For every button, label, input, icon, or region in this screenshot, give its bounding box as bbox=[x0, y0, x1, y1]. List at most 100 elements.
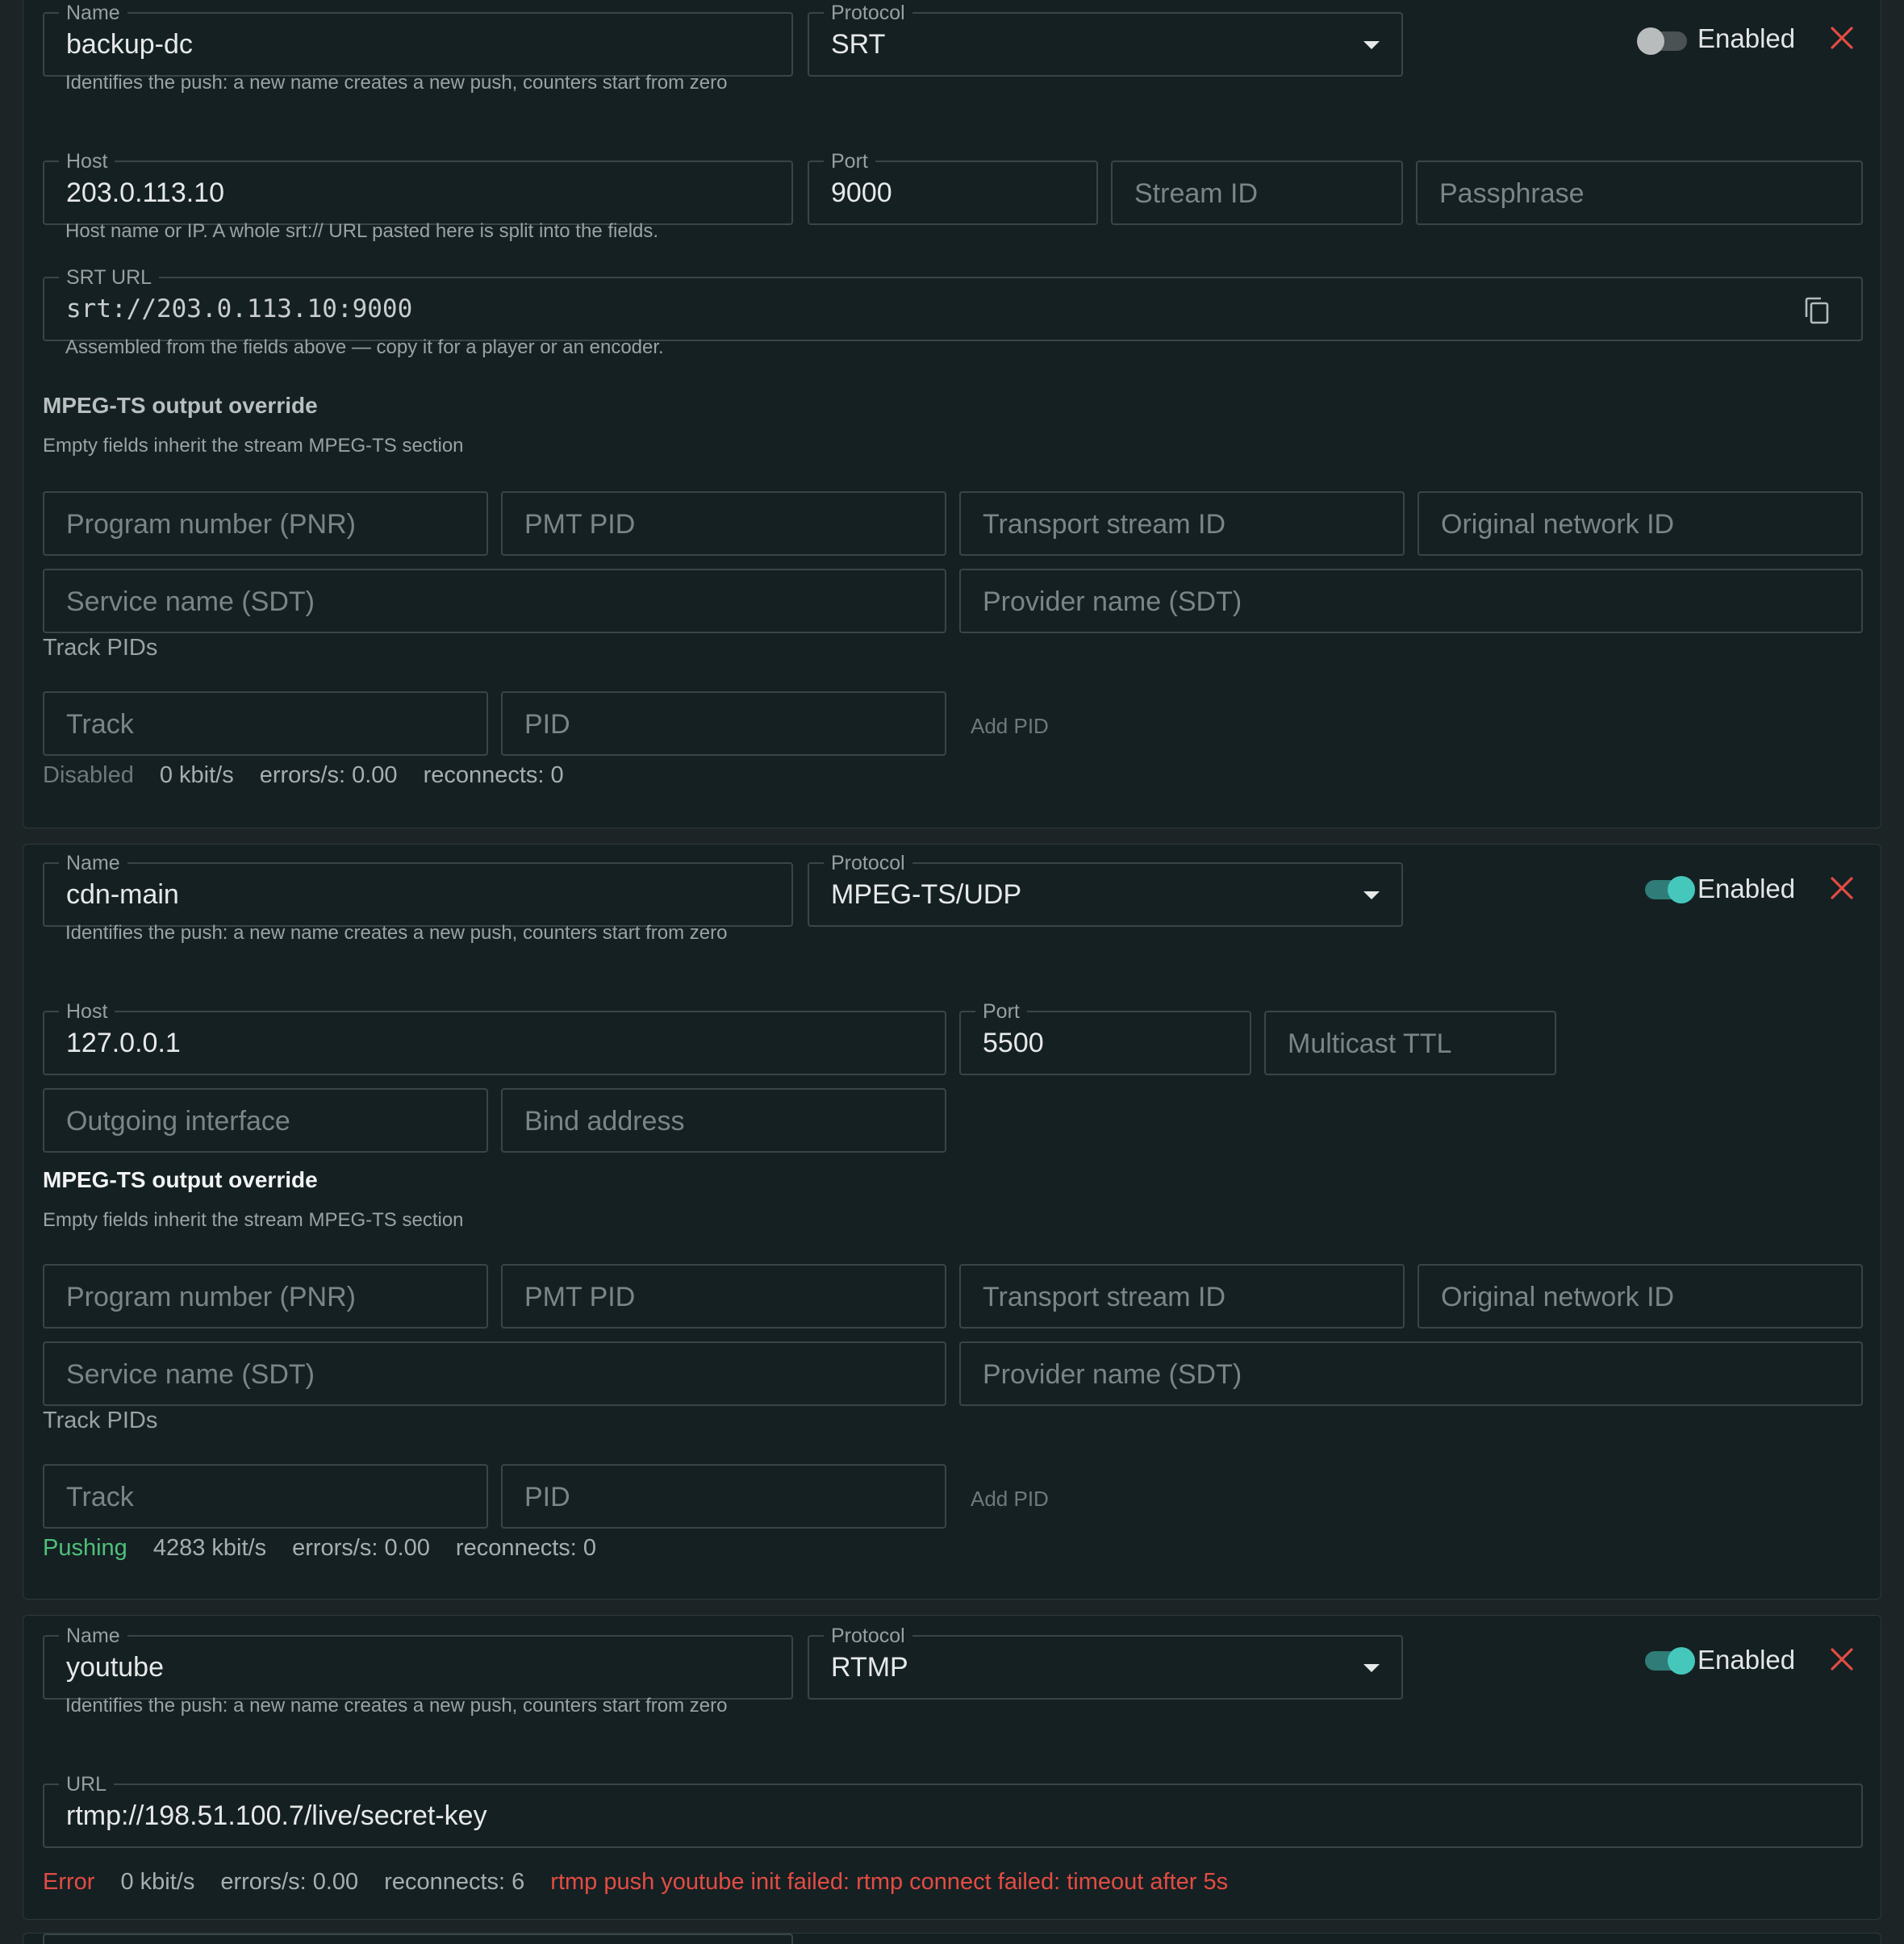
bitrate: 0 kbit/s bbox=[159, 762, 234, 788]
track-field[interactable]: Track bbox=[43, 1464, 488, 1529]
host-value: 127.0.0.1 bbox=[66, 1028, 181, 1058]
enabled-label: Enabled bbox=[1697, 874, 1796, 903]
transport-stream-id-field[interactable]: Transport stream ID bbox=[959, 491, 1405, 556]
push-card: Name youtube Protocol RTMP Enabled Ident… bbox=[23, 1615, 1881, 1920]
copy-icon[interactable] bbox=[1803, 296, 1831, 325]
status-badge: Error bbox=[43, 1869, 95, 1895]
override-title: MPEG-TS output override bbox=[43, 1167, 318, 1192]
original-network-id-field[interactable]: Original network ID bbox=[1418, 491, 1863, 556]
protocol-select[interactable]: Protocol RTMP bbox=[808, 1625, 1403, 1700]
pnr-field[interactable]: Program number (PNR) bbox=[43, 491, 488, 556]
original-network-id-placeholder: Original network ID bbox=[1441, 1282, 1675, 1312]
add-pid-button[interactable]: Add PID bbox=[971, 1487, 1049, 1512]
pnr-field[interactable]: Program number (PNR) bbox=[43, 1264, 488, 1329]
errors-rate: errors/s: 0.00 bbox=[259, 762, 398, 788]
pid-placeholder: PID bbox=[524, 709, 570, 740]
name-value: cdn-main bbox=[66, 879, 179, 910]
protocol-value: SRT bbox=[831, 29, 886, 60]
transport-stream-id-field[interactable]: Transport stream ID bbox=[959, 1264, 1405, 1329]
status-bar: Disabled 0 kbit/s errors/s: 0.00 reconnects… bbox=[43, 762, 590, 789]
track-placeholder: Track bbox=[66, 709, 134, 740]
push-card: Name cdn-main Protocol MPEG-TS/UDP Enabl… bbox=[23, 844, 1881, 1600]
provider-name-placeholder: Provider name (SDT) bbox=[983, 586, 1242, 617]
pnr-placeholder: Program number (PNR) bbox=[66, 509, 356, 540]
service-name-field[interactable]: Service name (SDT) bbox=[43, 569, 946, 633]
pid-field[interactable]: PID bbox=[501, 691, 946, 756]
errors-rate: errors/s: 0.00 bbox=[220, 1869, 359, 1895]
passphrase-field[interactable]: Passphrase bbox=[1416, 161, 1863, 225]
service-name-placeholder: Service name (SDT) bbox=[66, 586, 315, 617]
chevron-down-icon bbox=[1363, 891, 1380, 899]
close-icon[interactable] bbox=[1829, 25, 1855, 51]
service-name-placeholder: Service name (SDT) bbox=[66, 1359, 315, 1390]
pid-field[interactable]: PID bbox=[501, 1464, 946, 1529]
name-value: youtube bbox=[66, 1652, 164, 1683]
next-name-field[interactable] bbox=[43, 1934, 793, 1944]
multicast-ttl-field[interactable]: Multicast TTL bbox=[1264, 1011, 1556, 1075]
reconnects: reconnects: 0 bbox=[423, 762, 564, 788]
status-badge: Pushing bbox=[43, 1535, 127, 1561]
port-value: 9000 bbox=[831, 177, 892, 208]
enabled-toggle[interactable] bbox=[1637, 27, 1687, 55]
passphrase-placeholder: Passphrase bbox=[1439, 178, 1585, 209]
url-field[interactable]: URL rtmp://198.51.100.7/live/secret-key bbox=[43, 1773, 1863, 1848]
add-pid-button[interactable]: Add PID bbox=[971, 714, 1049, 739]
name-help: Identifies the push: a new name creates … bbox=[65, 1695, 728, 1717]
pid-placeholder: PID bbox=[524, 1482, 570, 1512]
push-card: Name backup-dc Protocol SRT Enabled Iden… bbox=[23, 0, 1881, 828]
bind-address-field[interactable]: Bind address bbox=[501, 1088, 946, 1153]
close-icon[interactable] bbox=[1829, 875, 1855, 901]
errors-rate: errors/s: 0.00 bbox=[292, 1535, 430, 1561]
name-help: Identifies the push: a new name creates … bbox=[65, 922, 728, 944]
transport-stream-id-placeholder: Transport stream ID bbox=[983, 1282, 1226, 1312]
override-subtitle: Empty fields inherit the stream MPEG-TS … bbox=[43, 435, 464, 457]
provider-name-field[interactable]: Provider name (SDT) bbox=[959, 569, 1863, 633]
multicast-ttl-placeholder: Multicast TTL bbox=[1288, 1028, 1452, 1059]
pmt-pid-placeholder: PMT PID bbox=[524, 1282, 636, 1312]
name-help: Identifies the push: a new name creates … bbox=[65, 72, 728, 94]
provider-name-field[interactable]: Provider name (SDT) bbox=[959, 1341, 1863, 1406]
original-network-id-placeholder: Original network ID bbox=[1441, 509, 1675, 540]
chevron-down-icon bbox=[1363, 41, 1380, 49]
override-title: MPEG-TS output override bbox=[43, 393, 318, 418]
protocol-value: RTMP bbox=[831, 1652, 908, 1683]
track-placeholder: Track bbox=[66, 1482, 134, 1512]
pmt-pid-placeholder: PMT PID bbox=[524, 509, 636, 540]
port-field[interactable]: Port 5500 bbox=[959, 1000, 1251, 1075]
enabled-label: Enabled bbox=[1697, 1645, 1796, 1675]
name-value: backup-dc bbox=[66, 29, 193, 60]
push-card-next bbox=[23, 1933, 1881, 1944]
enabled-label: Enabled bbox=[1697, 23, 1796, 53]
protocol-select[interactable]: Protocol MPEG-TS/UDP bbox=[808, 852, 1403, 927]
pmt-pid-field[interactable]: PMT PID bbox=[501, 491, 946, 556]
outgoing-interface-placeholder: Outgoing interface bbox=[66, 1106, 290, 1137]
reconnects: reconnects: 0 bbox=[455, 1535, 597, 1561]
status-bar: Pushing 4283 kbit/s errors/s: 0.00 reconnec… bbox=[43, 1535, 622, 1562]
track-field[interactable]: Track bbox=[43, 691, 488, 756]
url-value: rtmp://198.51.100.7/live/secret-key bbox=[66, 1800, 487, 1831]
srt-url-help: Assembled from the fields above — copy i… bbox=[65, 336, 664, 358]
error-message: rtmp push youtube init failed: rtmp conn… bbox=[550, 1869, 1229, 1895]
outgoing-interface-field[interactable]: Outgoing interface bbox=[43, 1088, 488, 1153]
chevron-down-icon bbox=[1363, 1664, 1380, 1672]
host-value: 203.0.113.10 bbox=[66, 177, 224, 208]
host-help: Host name or IP. A whole srt:// URL past… bbox=[65, 220, 659, 242]
protocol-select[interactable]: Protocol SRT bbox=[808, 2, 1403, 77]
original-network-id-field[interactable]: Original network ID bbox=[1418, 1264, 1863, 1329]
host-field[interactable]: Host 127.0.0.1 bbox=[43, 1000, 946, 1075]
close-icon[interactable] bbox=[1829, 1646, 1855, 1672]
pmt-pid-field[interactable]: PMT PID bbox=[501, 1264, 946, 1329]
enabled-toggle[interactable] bbox=[1645, 1647, 1695, 1675]
provider-name-placeholder: Provider name (SDT) bbox=[983, 1359, 1242, 1390]
enabled-toggle[interactable] bbox=[1645, 876, 1695, 903]
protocol-value: MPEG-TS/UDP bbox=[831, 879, 1022, 910]
transport-stream-id-placeholder: Transport stream ID bbox=[983, 509, 1226, 540]
track-pids-label: Track PIDs bbox=[43, 635, 158, 661]
reconnects: reconnects: 6 bbox=[384, 1869, 525, 1895]
port-value: 5500 bbox=[983, 1028, 1044, 1058]
bind-address-placeholder: Bind address bbox=[524, 1106, 685, 1137]
service-name-field[interactable]: Service name (SDT) bbox=[43, 1341, 946, 1406]
status-badge: Disabled bbox=[43, 762, 134, 788]
pnr-placeholder: Program number (PNR) bbox=[66, 1282, 356, 1312]
track-pids-label: Track PIDs bbox=[43, 1408, 158, 1433]
